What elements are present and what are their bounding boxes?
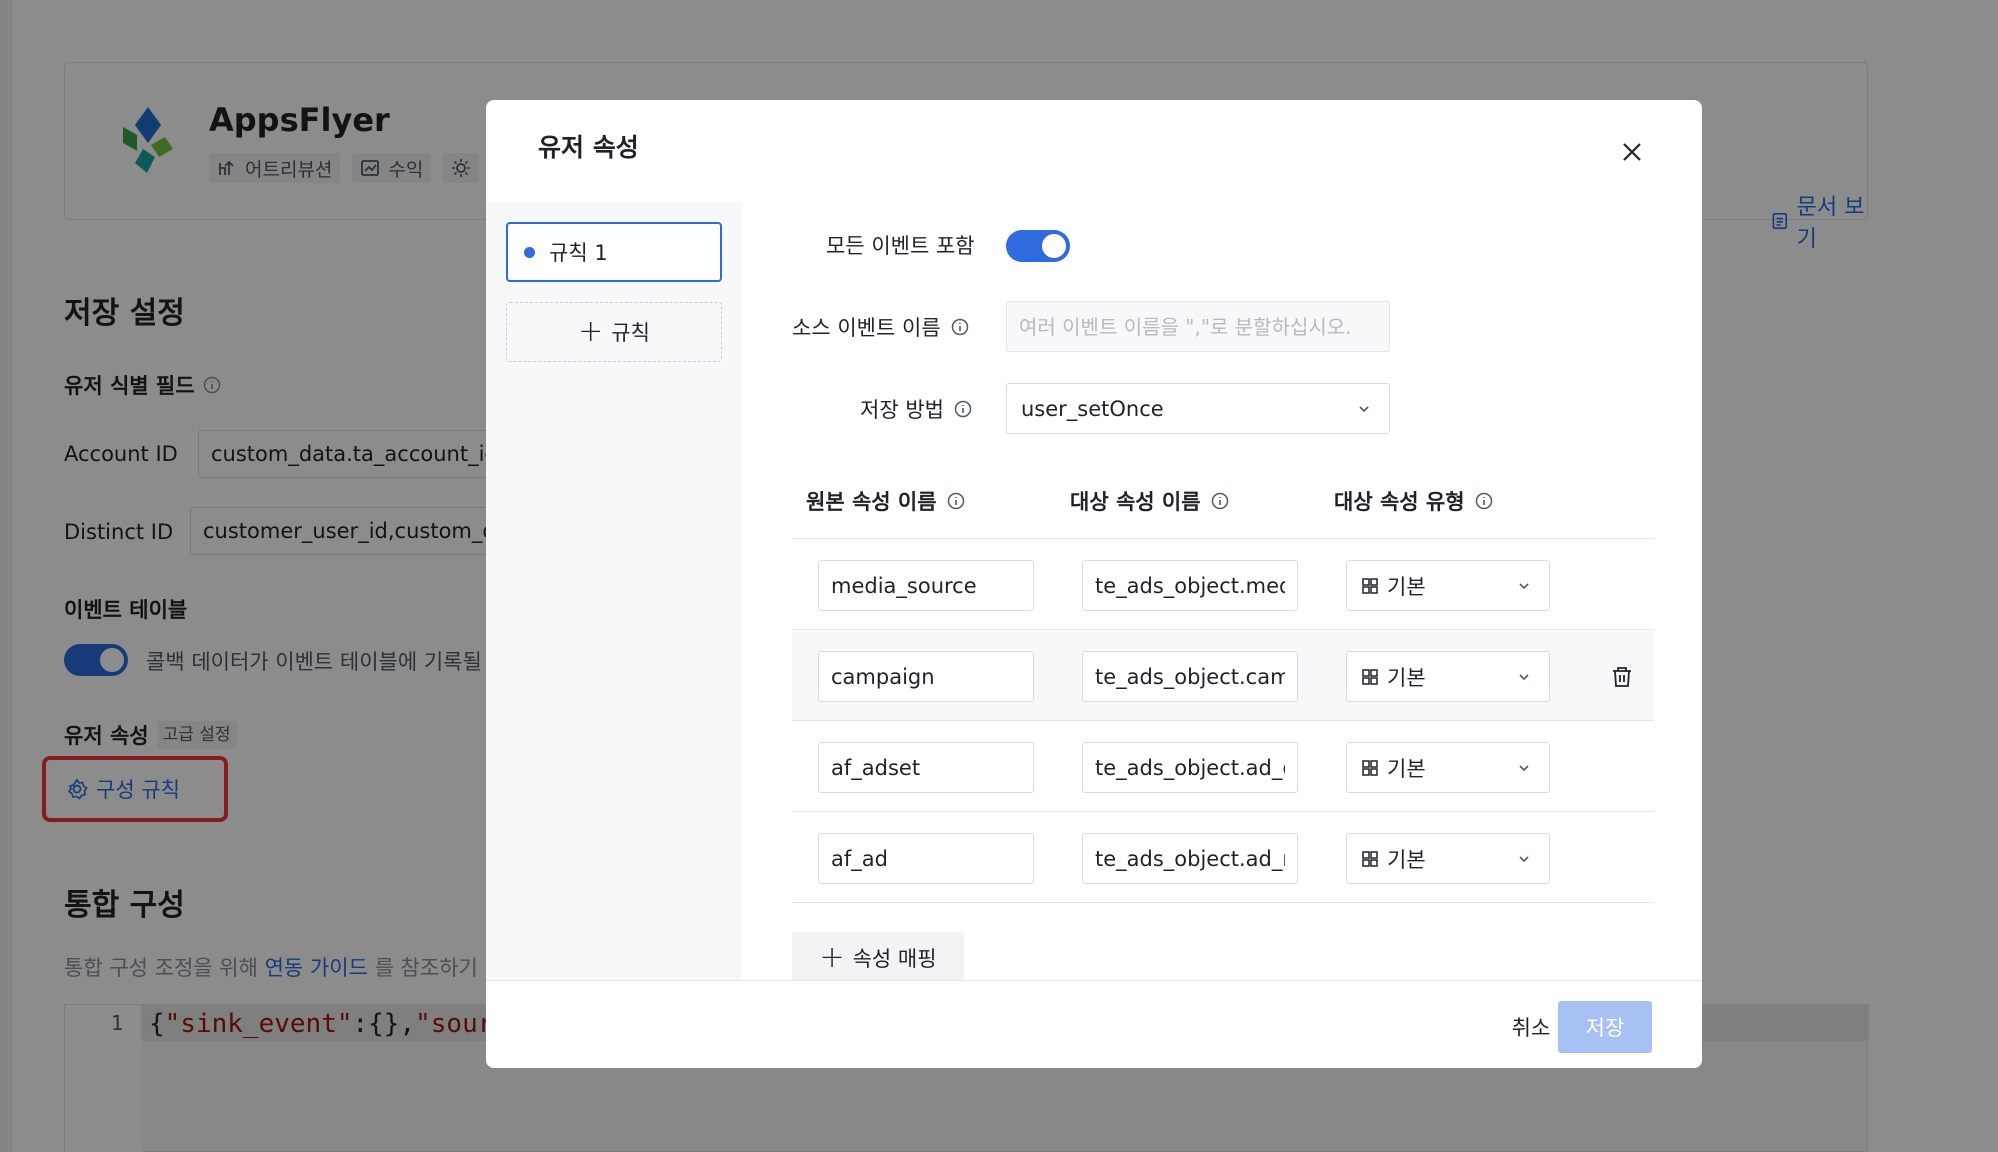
target-prop-input[interactable] xyxy=(1082,742,1298,793)
prop-type-value: 기본 xyxy=(1387,665,1426,690)
rule-item-1[interactable]: 규칙 1 xyxy=(506,222,722,282)
user-props-modal: 유저 속성 규칙 1 + 규칙 모든 이벤트 포함 소스 이벤트 이름 저장 방… xyxy=(486,100,1702,1068)
info-icon xyxy=(1211,492,1228,510)
store-method-value: user_setOnce xyxy=(1021,396,1164,421)
modal-title: 유저 속성 xyxy=(538,133,639,162)
source-event-label: 소스 이벤트 이름 xyxy=(792,312,969,342)
cancel-button[interactable]: 취소 xyxy=(1496,1001,1566,1053)
prop-type-select[interactable]: 기본 xyxy=(1346,833,1550,884)
store-method-select[interactable]: user_setOnce xyxy=(1006,383,1390,434)
info-icon xyxy=(947,492,964,510)
include-all-toggle[interactable] xyxy=(1006,230,1070,262)
source-event-input[interactable] xyxy=(1006,301,1390,352)
chevron-down-icon xyxy=(1359,405,1369,412)
info-icon xyxy=(951,318,968,336)
chevron-down-icon xyxy=(1519,582,1529,589)
grid-icon xyxy=(1362,668,1378,685)
rule-sidebar: 규칙 1 + 규칙 xyxy=(486,202,742,980)
prop-type-value: 기본 xyxy=(1387,847,1426,872)
grid-icon xyxy=(1362,850,1378,867)
plus-icon: + xyxy=(819,940,845,975)
info-icon xyxy=(954,400,972,418)
col-type-label: 대상 속성 유형 xyxy=(1334,490,1465,514)
add-mapping-label: 속성 매핑 xyxy=(852,947,937,971)
add-rule-label: 규칙 xyxy=(611,321,650,345)
info-icon xyxy=(1475,492,1492,510)
col-source-header: 원본 속성 이름 xyxy=(806,486,965,516)
mapping-row: 기본 xyxy=(792,540,1654,630)
mapping-row: 기본 xyxy=(792,631,1654,721)
prop-type-select[interactable]: 기본 xyxy=(1346,560,1550,611)
target-prop-input[interactable] xyxy=(1082,651,1298,702)
source-event-label-text: 소스 이벤트 이름 xyxy=(792,316,941,340)
prop-type-select[interactable]: 기본 xyxy=(1346,651,1550,702)
modal-footer: 취소 저장 xyxy=(486,980,1702,1068)
col-type-header: 대상 속성 유형 xyxy=(1334,486,1493,516)
store-method-label: 저장 방법 xyxy=(860,394,972,424)
prop-type-select[interactable]: 기본 xyxy=(1346,742,1550,793)
col-target-label: 대상 속성 이름 xyxy=(1070,490,1201,514)
grid-icon xyxy=(1362,759,1378,776)
mapping-row: 기본 xyxy=(792,722,1654,812)
prop-type-value: 기본 xyxy=(1387,574,1426,599)
store-method-label-text: 저장 방법 xyxy=(860,398,944,422)
table-header-divider xyxy=(792,538,1654,539)
col-source-label: 원본 속성 이름 xyxy=(806,490,937,514)
source-prop-input[interactable] xyxy=(818,560,1034,611)
close-button[interactable] xyxy=(1616,136,1648,168)
source-prop-input[interactable] xyxy=(818,833,1034,884)
source-prop-input[interactable] xyxy=(818,742,1034,793)
add-rule-button[interactable]: + 규칙 xyxy=(506,302,722,362)
active-dot-icon xyxy=(524,246,535,258)
target-prop-input[interactable] xyxy=(1082,560,1298,611)
prop-type-value: 기본 xyxy=(1387,756,1426,781)
trash-icon[interactable] xyxy=(1610,665,1634,689)
mapping-row: 기본 xyxy=(792,813,1654,903)
add-mapping-button[interactable]: + 속성 매핑 xyxy=(792,932,964,984)
save-button[interactable]: 저장 xyxy=(1558,1001,1652,1053)
col-target-header: 대상 속성 이름 xyxy=(1070,486,1229,516)
target-prop-input[interactable] xyxy=(1082,833,1298,884)
plus-icon: + xyxy=(578,314,604,349)
rule-item-label: 규칙 1 xyxy=(549,241,608,265)
source-prop-input[interactable] xyxy=(818,651,1034,702)
grid-icon xyxy=(1362,577,1378,594)
chevron-down-icon xyxy=(1519,855,1529,862)
chevron-down-icon xyxy=(1519,673,1529,680)
include-all-label: 모든 이벤트 포함 xyxy=(826,234,975,258)
close-icon xyxy=(1623,143,1641,161)
chevron-down-icon xyxy=(1519,764,1529,771)
